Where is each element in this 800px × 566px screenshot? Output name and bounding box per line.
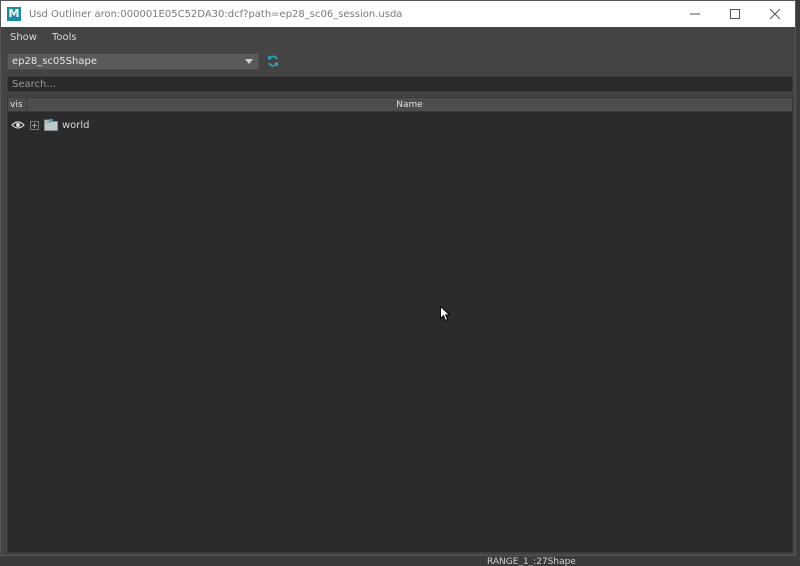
expand-icon[interactable] (30, 120, 39, 130)
node-label-world: world (62, 119, 90, 131)
window-title: Usd Outliner aron:000001E05C52DA30:dcf?p… (29, 8, 403, 20)
menu-show[interactable]: Show (1, 29, 43, 47)
refresh-icon[interactable] (266, 54, 280, 68)
chevron-down-icon (245, 58, 253, 64)
maximize-icon (730, 9, 740, 19)
maximize-button[interactable] (715, 1, 755, 27)
window-controls (675, 1, 795, 27)
column-header-name[interactable]: Name (27, 98, 792, 111)
tree-header: vis Name (8, 98, 792, 112)
menu-tools[interactable]: Tools (43, 29, 83, 47)
background-strip-right (796, 0, 800, 556)
close-icon (770, 9, 780, 19)
tree-row[interactable]: world (8, 118, 792, 132)
column-header-vis[interactable]: vis (8, 98, 27, 111)
app-logo-icon: M (7, 7, 21, 21)
minimize-button[interactable] (675, 1, 715, 27)
cursor-icon (440, 306, 450, 322)
search-input[interactable] (7, 76, 793, 92)
outliner-tree[interactable]: vis Name world (7, 97, 793, 553)
background-strip-bottom (0, 556, 800, 566)
minimize-icon (690, 13, 700, 15)
background-text: RANGE_1_:27Shape (487, 557, 576, 566)
stage-select-value: ep28_sc05Shape (12, 55, 97, 67)
title-bar[interactable]: M Usd Outliner aron:000001E05C52DA30:dcf… (1, 1, 795, 27)
eye-icon[interactable] (11, 120, 25, 130)
usd-outliner-window: M Usd Outliner aron:000001E05C52DA30:dcf… (0, 0, 796, 556)
menu-bar: Show Tools (1, 29, 83, 47)
stage-toolbar: ep28_sc05Shape (7, 52, 280, 70)
stage-select[interactable]: ep28_sc05Shape (7, 52, 259, 70)
folder-icon (44, 119, 58, 131)
close-button[interactable] (755, 1, 795, 27)
